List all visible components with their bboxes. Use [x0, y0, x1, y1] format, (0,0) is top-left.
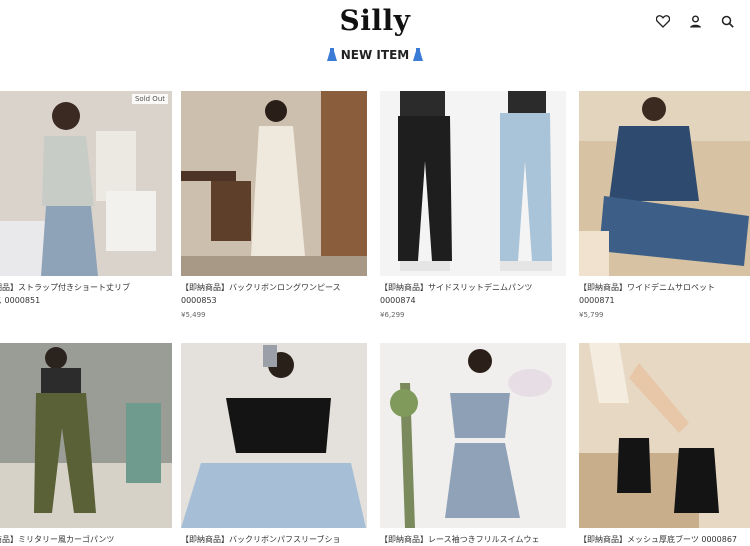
product-price: ¥6,299 [380, 311, 405, 319]
account-icon[interactable] [686, 12, 704, 30]
section-title-text: NEW ITEM [340, 48, 410, 62]
product-image[interactable] [0, 343, 172, 528]
product-name[interactable]: 【即納商品】サイドスリットデニムパンツ 0000874 [380, 281, 570, 307]
product-name[interactable]: 【即納商品】ワイドデニムサロペット 0000871 [579, 281, 750, 307]
product-image[interactable] [380, 343, 566, 528]
product-name[interactable]: 【即納商品】レース袖つきフリルスイムウェ [380, 533, 570, 546]
product-name[interactable]: 納商品】ミリタリー風カーゴパンツ [0, 533, 176, 546]
product-image[interactable] [380, 91, 566, 276]
product-name[interactable]: 納期品】ストラップ付きショート丈リブ プス 0000851 [0, 281, 176, 307]
product-price: ¥5,499 [181, 311, 206, 319]
product-name[interactable]: 【即納商品】メッシュ厚底ブーツ 0000867 [579, 533, 750, 546]
search-icon[interactable] [718, 12, 736, 30]
product-image[interactable] [579, 91, 750, 276]
product-price: ¥5,799 [579, 311, 604, 319]
product-image[interactable] [579, 343, 750, 528]
site-logo[interactable]: Silly [0, 4, 750, 37]
product-image[interactable]: Sold Out [0, 91, 172, 276]
product-image[interactable] [181, 343, 367, 528]
header-icons [654, 12, 736, 30]
dress-icon [326, 48, 337, 61]
sold-out-badge: Sold Out [131, 94, 168, 104]
site-header: Silly NEW ITEM [0, 0, 750, 88]
heart-icon[interactable] [654, 12, 672, 30]
product-name[interactable]: 【即納商品】バックリボンパフスリーブショ [181, 533, 371, 546]
dress-icon [413, 48, 424, 61]
product-name[interactable]: 【即納商品】バックリボンロングワンピース 0000853 [181, 281, 371, 307]
product-image[interactable] [181, 91, 367, 276]
section-title: NEW ITEM [0, 48, 750, 62]
